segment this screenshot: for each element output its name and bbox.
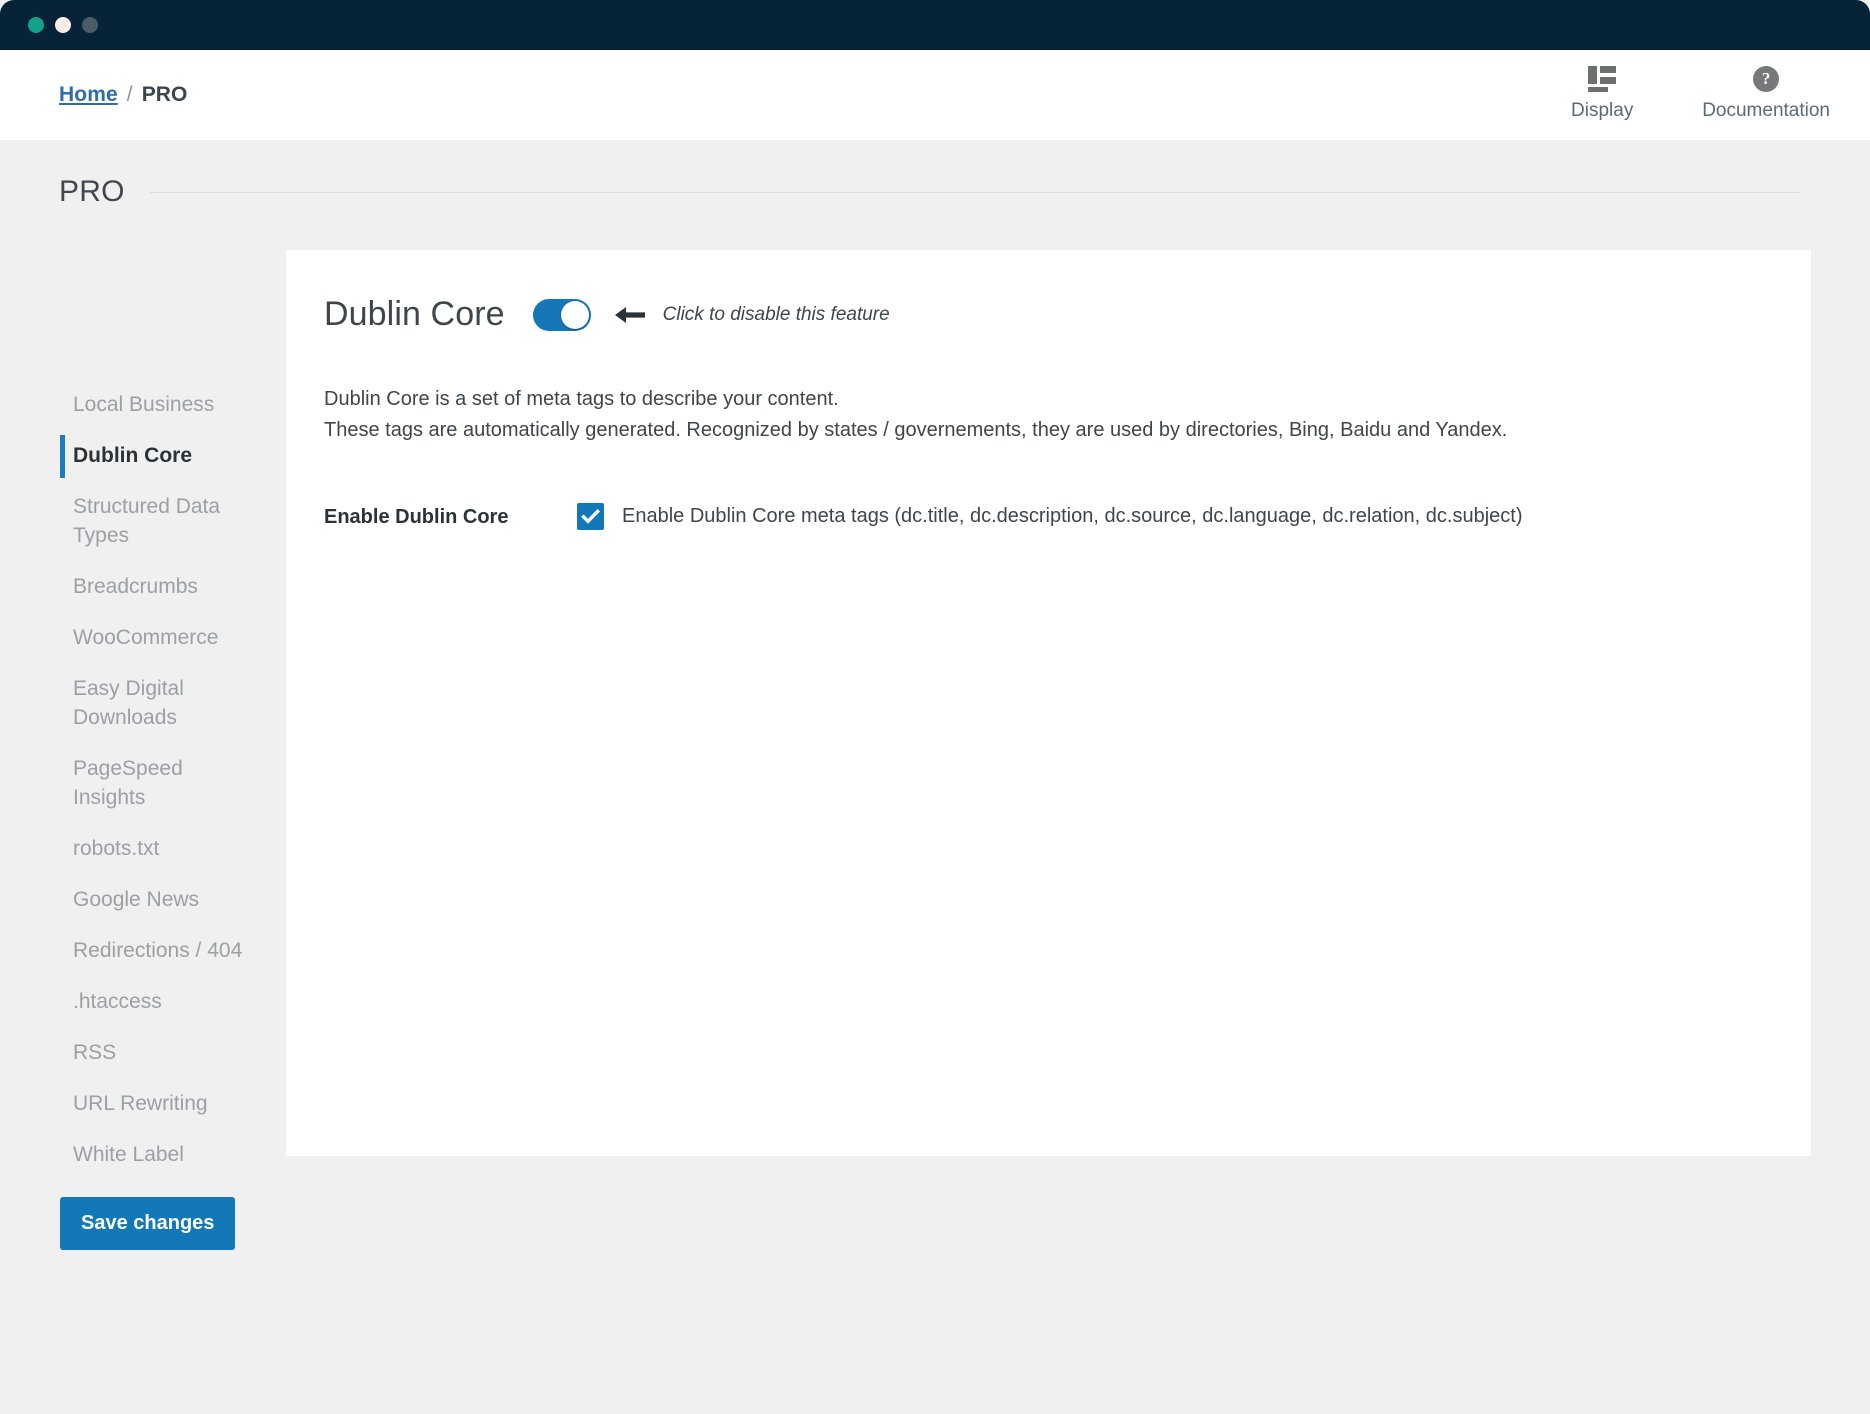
feature-description-line-2: These tags are automatically generated. … xyxy=(324,419,1508,441)
page-title-row: PRO xyxy=(59,175,1800,209)
browser-window: Home / PRO Display ? Documentation PRO L… xyxy=(0,0,1870,1414)
window-close-button[interactable] xyxy=(28,17,44,33)
sidebar-item-pagespeed-insights[interactable]: PageSpeed Insights xyxy=(0,744,246,824)
breadcrumb-current: PRO xyxy=(141,83,188,106)
sidebar-item-rss[interactable]: RSS xyxy=(0,1028,246,1079)
toggle-knob xyxy=(560,300,589,329)
sidebar-item-easy-digital-downloads[interactable]: Easy Digital Downloads xyxy=(0,664,246,744)
sidebar-item-structured-data-types[interactable]: Structured Data Types xyxy=(0,482,246,562)
toggle-hint-text: Click to disable this feature xyxy=(662,303,890,325)
header-action-documentation-label: Documentation xyxy=(1702,100,1830,121)
enable-dublin-core-checkbox-label: Enable Dublin Core meta tags (dc.title, … xyxy=(622,505,1523,527)
feature-description-line-1: Dublin Core is a set of meta tags to des… xyxy=(324,388,839,410)
settings-sidebar: Local Business Dublin Core Structured Da… xyxy=(0,380,270,1180)
save-changes-button[interactable]: Save changes xyxy=(60,1197,236,1250)
app-header: Home / PRO Display ? Documentation xyxy=(0,50,1870,140)
enable-dublin-core-label: Enable Dublin Core xyxy=(324,506,509,528)
enable-dublin-core-field: Enable Dublin Core Enable Dublin Core me… xyxy=(324,503,1773,530)
settings-panel: Dublin Core Click to disable this featur… xyxy=(286,250,1811,1156)
page-title: PRO xyxy=(59,175,125,208)
sidebar-item-google-news[interactable]: Google News xyxy=(0,875,246,926)
sidebar-item-robots-txt[interactable]: robots.txt xyxy=(0,824,246,875)
window-maximize-button[interactable] xyxy=(82,17,98,33)
header-action-display[interactable]: Display xyxy=(1562,64,1642,122)
enable-dublin-core-checkbox[interactable] xyxy=(577,503,604,530)
sidebar-item-redirections-404[interactable]: Redirections / 404 xyxy=(0,926,246,977)
header-action-display-label: Display xyxy=(1571,100,1634,121)
breadcrumb-separator: / xyxy=(126,83,133,106)
sidebar-item-white-label[interactable]: White Label xyxy=(0,1130,246,1181)
sidebar-item-woocommerce[interactable]: WooCommerce xyxy=(0,613,246,664)
window-minimize-button[interactable] xyxy=(55,17,71,33)
header-actions: Display ? Documentation xyxy=(1562,64,1830,122)
enable-dublin-core-checkbox-wrap[interactable]: Enable Dublin Core meta tags (dc.title, … xyxy=(577,503,1522,530)
window-titlebar xyxy=(0,0,1870,50)
feature-title: Dublin Core xyxy=(324,295,505,333)
page-body: PRO Local Business Dublin Core Structure… xyxy=(0,140,1870,1414)
feature-description: Dublin Core is a set of meta tags to des… xyxy=(324,384,1773,446)
sidebar-item-local-business[interactable]: Local Business xyxy=(0,380,246,431)
breadcrumb-home-link[interactable]: Home xyxy=(59,83,118,106)
sidebar-item-dublin-core[interactable]: Dublin Core xyxy=(0,431,246,482)
arrow-left-icon xyxy=(613,304,647,326)
page-title-divider xyxy=(149,191,1800,193)
feature-header: Dublin Core Click to disable this featur… xyxy=(324,295,1773,334)
help-circle-icon: ? xyxy=(1753,64,1780,94)
sidebar-item-url-rewriting[interactable]: URL Rewriting xyxy=(0,1079,246,1130)
sidebar-item-htaccess[interactable]: .htaccess xyxy=(0,977,246,1028)
sidebar-item-breadcrumbs[interactable]: Breadcrumbs xyxy=(0,562,246,613)
layout-icon xyxy=(1588,64,1617,94)
breadcrumb: Home / PRO xyxy=(59,83,188,107)
feature-enable-toggle[interactable] xyxy=(532,298,591,331)
header-action-documentation[interactable]: ? Documentation xyxy=(1702,64,1830,122)
